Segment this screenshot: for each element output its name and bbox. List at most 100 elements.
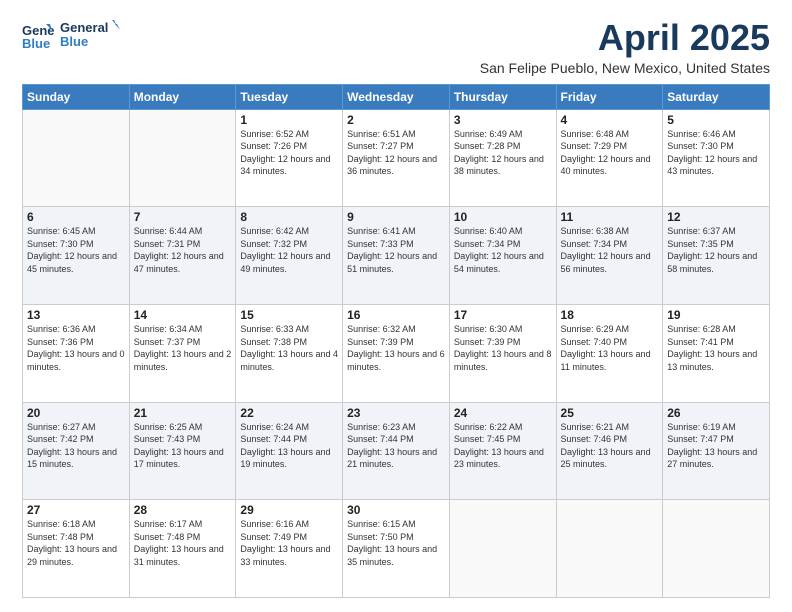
day-info: Sunrise: 6:41 AM Sunset: 7:33 PM Dayligh… [347,225,445,275]
day-info: Sunrise: 6:44 AM Sunset: 7:31 PM Dayligh… [134,225,232,275]
day-info: Sunrise: 6:37 AM Sunset: 7:35 PM Dayligh… [667,225,765,275]
calendar-cell: 24Sunrise: 6:22 AM Sunset: 7:45 PM Dayli… [449,402,556,500]
calendar-cell: 19Sunrise: 6:28 AM Sunset: 7:41 PM Dayli… [663,304,770,402]
calendar-cell: 7Sunrise: 6:44 AM Sunset: 7:31 PM Daylig… [129,207,236,305]
calendar-table: SundayMondayTuesdayWednesdayThursdayFrid… [22,84,770,598]
day-number: 4 [561,113,659,127]
day-number: 3 [454,113,552,127]
logo-graphic: General Blue [60,18,120,54]
calendar-cell: 27Sunrise: 6:18 AM Sunset: 7:48 PM Dayli… [23,500,130,598]
calendar-cell: 29Sunrise: 6:16 AM Sunset: 7:49 PM Dayli… [236,500,343,598]
calendar-cell: 11Sunrise: 6:38 AM Sunset: 7:34 PM Dayli… [556,207,663,305]
main-title: April 2025 [480,18,770,58]
calendar-week-row: 20Sunrise: 6:27 AM Sunset: 7:42 PM Dayli… [23,402,770,500]
subtitle: San Felipe Pueblo, New Mexico, United St… [480,60,770,76]
calendar-cell: 6Sunrise: 6:45 AM Sunset: 7:30 PM Daylig… [23,207,130,305]
day-info: Sunrise: 6:15 AM Sunset: 7:50 PM Dayligh… [347,518,445,568]
day-number: 1 [240,113,338,127]
calendar-cell: 20Sunrise: 6:27 AM Sunset: 7:42 PM Dayli… [23,402,130,500]
day-of-week-friday: Friday [556,84,663,109]
calendar-cell: 25Sunrise: 6:21 AM Sunset: 7:46 PM Dayli… [556,402,663,500]
calendar-cell: 3Sunrise: 6:49 AM Sunset: 7:28 PM Daylig… [449,109,556,207]
day-number: 30 [347,503,445,517]
day-info: Sunrise: 6:40 AM Sunset: 7:34 PM Dayligh… [454,225,552,275]
day-number: 19 [667,308,765,322]
calendar-cell: 17Sunrise: 6:30 AM Sunset: 7:39 PM Dayli… [449,304,556,402]
calendar-cell: 10Sunrise: 6:40 AM Sunset: 7:34 PM Dayli… [449,207,556,305]
calendar-cell: 4Sunrise: 6:48 AM Sunset: 7:29 PM Daylig… [556,109,663,207]
day-info: Sunrise: 6:45 AM Sunset: 7:30 PM Dayligh… [27,225,125,275]
day-number: 25 [561,406,659,420]
day-number: 11 [561,210,659,224]
calendar-cell [449,500,556,598]
logo: General Blue General Blue [22,18,120,54]
day-info: Sunrise: 6:23 AM Sunset: 7:44 PM Dayligh… [347,421,445,471]
day-info: Sunrise: 6:30 AM Sunset: 7:39 PM Dayligh… [454,323,552,373]
day-number: 23 [347,406,445,420]
calendar-week-row: 27Sunrise: 6:18 AM Sunset: 7:48 PM Dayli… [23,500,770,598]
svg-text:Blue: Blue [60,34,88,49]
day-of-week-thursday: Thursday [449,84,556,109]
day-info: Sunrise: 6:17 AM Sunset: 7:48 PM Dayligh… [134,518,232,568]
day-number: 20 [27,406,125,420]
day-info: Sunrise: 6:52 AM Sunset: 7:26 PM Dayligh… [240,128,338,178]
calendar-cell: 22Sunrise: 6:24 AM Sunset: 7:44 PM Dayli… [236,402,343,500]
calendar-week-row: 1Sunrise: 6:52 AM Sunset: 7:26 PM Daylig… [23,109,770,207]
calendar-cell: 23Sunrise: 6:23 AM Sunset: 7:44 PM Dayli… [343,402,450,500]
svg-text:General: General [60,20,108,35]
logo-icon: General Blue [22,22,54,50]
day-number: 6 [27,210,125,224]
calendar-cell: 13Sunrise: 6:36 AM Sunset: 7:36 PM Dayli… [23,304,130,402]
svg-text:Blue: Blue [22,36,50,50]
calendar-week-row: 6Sunrise: 6:45 AM Sunset: 7:30 PM Daylig… [23,207,770,305]
calendar-cell: 30Sunrise: 6:15 AM Sunset: 7:50 PM Dayli… [343,500,450,598]
calendar-header-row: SundayMondayTuesdayWednesdayThursdayFrid… [23,84,770,109]
day-number: 5 [667,113,765,127]
day-info: Sunrise: 6:24 AM Sunset: 7:44 PM Dayligh… [240,421,338,471]
day-info: Sunrise: 6:18 AM Sunset: 7:48 PM Dayligh… [27,518,125,568]
calendar-week-row: 13Sunrise: 6:36 AM Sunset: 7:36 PM Dayli… [23,304,770,402]
calendar-cell: 28Sunrise: 6:17 AM Sunset: 7:48 PM Dayli… [129,500,236,598]
calendar-cell [23,109,130,207]
calendar-cell: 12Sunrise: 6:37 AM Sunset: 7:35 PM Dayli… [663,207,770,305]
day-number: 7 [134,210,232,224]
calendar-cell: 16Sunrise: 6:32 AM Sunset: 7:39 PM Dayli… [343,304,450,402]
day-of-week-wednesday: Wednesday [343,84,450,109]
calendar-cell: 26Sunrise: 6:19 AM Sunset: 7:47 PM Dayli… [663,402,770,500]
day-number: 27 [27,503,125,517]
day-info: Sunrise: 6:16 AM Sunset: 7:49 PM Dayligh… [240,518,338,568]
day-info: Sunrise: 6:29 AM Sunset: 7:40 PM Dayligh… [561,323,659,373]
day-number: 2 [347,113,445,127]
day-number: 12 [667,210,765,224]
day-number: 28 [134,503,232,517]
day-info: Sunrise: 6:38 AM Sunset: 7:34 PM Dayligh… [561,225,659,275]
calendar-cell: 2Sunrise: 6:51 AM Sunset: 7:27 PM Daylig… [343,109,450,207]
title-block: April 2025 San Felipe Pueblo, New Mexico… [480,18,770,76]
day-of-week-monday: Monday [129,84,236,109]
day-info: Sunrise: 6:46 AM Sunset: 7:30 PM Dayligh… [667,128,765,178]
calendar-cell: 15Sunrise: 6:33 AM Sunset: 7:38 PM Dayli… [236,304,343,402]
day-info: Sunrise: 6:25 AM Sunset: 7:43 PM Dayligh… [134,421,232,471]
day-number: 18 [561,308,659,322]
calendar-cell [663,500,770,598]
header: General Blue General Blue April 2025 San… [22,18,770,76]
day-of-week-sunday: Sunday [23,84,130,109]
day-info: Sunrise: 6:22 AM Sunset: 7:45 PM Dayligh… [454,421,552,471]
day-number: 21 [134,406,232,420]
day-info: Sunrise: 6:33 AM Sunset: 7:38 PM Dayligh… [240,323,338,373]
day-number: 29 [240,503,338,517]
day-number: 13 [27,308,125,322]
calendar-cell: 14Sunrise: 6:34 AM Sunset: 7:37 PM Dayli… [129,304,236,402]
calendar-cell: 8Sunrise: 6:42 AM Sunset: 7:32 PM Daylig… [236,207,343,305]
day-info: Sunrise: 6:27 AM Sunset: 7:42 PM Dayligh… [27,421,125,471]
day-info: Sunrise: 6:28 AM Sunset: 7:41 PM Dayligh… [667,323,765,373]
calendar-cell: 18Sunrise: 6:29 AM Sunset: 7:40 PM Dayli… [556,304,663,402]
day-info: Sunrise: 6:42 AM Sunset: 7:32 PM Dayligh… [240,225,338,275]
calendar-cell: 1Sunrise: 6:52 AM Sunset: 7:26 PM Daylig… [236,109,343,207]
day-info: Sunrise: 6:34 AM Sunset: 7:37 PM Dayligh… [134,323,232,373]
day-number: 8 [240,210,338,224]
day-info: Sunrise: 6:36 AM Sunset: 7:36 PM Dayligh… [27,323,125,373]
calendar-cell: 9Sunrise: 6:41 AM Sunset: 7:33 PM Daylig… [343,207,450,305]
calendar-cell: 5Sunrise: 6:46 AM Sunset: 7:30 PM Daylig… [663,109,770,207]
day-number: 22 [240,406,338,420]
